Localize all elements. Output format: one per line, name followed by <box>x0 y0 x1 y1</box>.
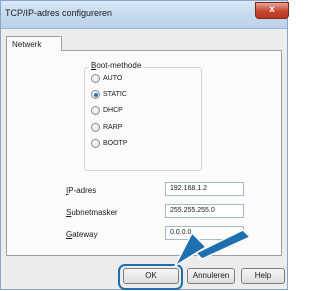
tab-netwerk[interactable]: Netwerk <box>6 36 62 51</box>
tab-label: Netwerk <box>12 40 42 49</box>
dialog-window: TCP/IP-adres configureren x Netwerk Boot… <box>0 0 289 290</box>
